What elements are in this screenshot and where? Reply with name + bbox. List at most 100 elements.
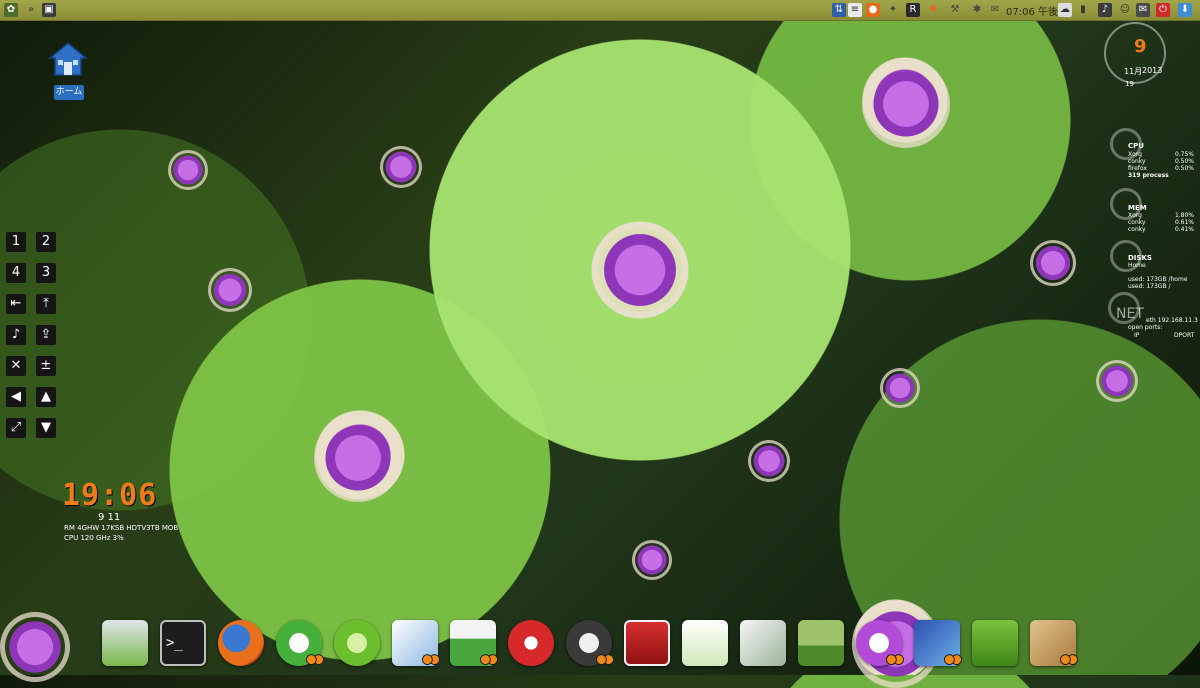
network-icon[interactable]: ⇅ (832, 3, 846, 17)
disk-root-usage: used: 173GB / (1128, 283, 1171, 290)
workspace-1-button[interactable]: 1 (6, 232, 26, 252)
cpu-process-count: 319 process (1128, 172, 1169, 179)
disk-home-usage: used: 173GB /home (1128, 276, 1188, 283)
flower-center-small (380, 146, 422, 188)
background-flower-decoration (520, 150, 760, 390)
cpu-process-value: 0.75% (1174, 151, 1194, 158)
clipboard-icon[interactable]: ≡ (848, 3, 862, 17)
weather-icon[interactable]: ☁ (1058, 3, 1072, 17)
media-icon[interactable] (508, 620, 554, 666)
clock-widget-cpu: CPU 120 GHz 3% (64, 534, 124, 542)
ip-column-label: IP (1134, 332, 1140, 339)
conky-day: 9 (1134, 36, 1147, 57)
terminal-icon[interactable]: >_ (160, 620, 206, 666)
conky-small-text: 19 (1125, 80, 1134, 88)
cpu-process-value: 0.50% (1174, 158, 1194, 165)
clock-widget-date: 9 11 (98, 512, 121, 523)
open-ports-label: open ports: (1128, 324, 1163, 331)
download-icon[interactable]: ⬇ (1178, 3, 1192, 17)
paint-icon[interactable] (914, 620, 962, 668)
butterfly-icon (886, 654, 904, 668)
dock: >_ (96, 612, 1106, 675)
home-folder-label[interactable]: ホーム (54, 85, 84, 100)
tools-icon[interactable]: ⚒ (948, 3, 962, 17)
flower-center-small (880, 368, 920, 408)
mem-process-value: 0.41% (1174, 226, 1194, 233)
bluetooth-icon[interactable]: ✱ (970, 3, 984, 17)
flower-center-small (1096, 360, 1138, 402)
mail-icon[interactable]: ✉ (1136, 3, 1150, 17)
arrow-down-icon[interactable]: ▼ (36, 418, 56, 438)
camera-icon[interactable] (566, 620, 614, 668)
music-icon[interactable]: ♪ (6, 325, 26, 345)
butterfly-icon (480, 654, 498, 668)
folder-icon[interactable] (972, 620, 1018, 666)
package-icon[interactable] (1030, 620, 1078, 668)
flower-center-small (208, 268, 252, 312)
butterfly-icon (1060, 654, 1078, 668)
flower-center-small (1030, 240, 1076, 286)
shopping-icon[interactable] (682, 620, 728, 666)
firefox-icon[interactable] (218, 620, 264, 666)
move-up-icon[interactable]: ⤒ (36, 294, 56, 314)
flower-center-small (0, 612, 70, 682)
cpu-process-value: 0.50% (1174, 165, 1194, 172)
conky-year: 2013 (1142, 66, 1163, 75)
landscape-icon[interactable] (798, 620, 844, 666)
butterfly-icon (596, 654, 614, 668)
window-icon[interactable]: ▣ (42, 3, 56, 17)
power-icon[interactable]: ⏻ (1156, 3, 1170, 17)
home-folder-icon[interactable] (47, 40, 89, 78)
browser-icon[interactable] (276, 620, 324, 668)
notification-icon[interactable]: ✉ (988, 3, 1002, 17)
arrow-up-icon[interactable]: ▲ (36, 387, 56, 407)
r-icon[interactable]: R (906, 3, 920, 17)
mem-process-name: conky (1128, 219, 1146, 226)
editor-icon[interactable] (624, 620, 670, 666)
mem-process-value: 0.61% (1174, 219, 1194, 226)
disks-title: DISKS (1128, 254, 1152, 262)
flower-center-small (632, 540, 672, 580)
mem-process-name: Xorg (1128, 212, 1142, 219)
sun-icon[interactable]: ✺ (926, 3, 940, 17)
cpu-process-name: Xorg (1128, 151, 1142, 158)
resize-icon[interactable]: ⤢ (6, 418, 26, 438)
workspace-3-button[interactable]: 3 (36, 263, 56, 283)
clock-widget-info: RM 4GHW 17KSB HDTV3TB MOB (64, 524, 179, 532)
align-left-icon[interactable]: ⇤ (6, 294, 26, 314)
cpu-process-name: firefox (1128, 165, 1147, 172)
settings-icon[interactable] (334, 620, 380, 666)
flower-center-top (862, 60, 950, 148)
top-clock[interactable]: 07:06 午後 (1006, 3, 1058, 18)
double-chevron-icon[interactable]: » (24, 3, 38, 17)
top-panel: ✿ » ▣ ⇅ ≡ ● ✦ R ✺ ⚒ ✱ ✉ 07:06 午後 ☁ ▮ ♪ ☺… (0, 0, 1200, 21)
screenshot-icon[interactable] (740, 620, 786, 666)
export-icon[interactable]: ⇪ (36, 325, 56, 345)
update-icon[interactable]: ● (866, 3, 880, 17)
dport-column-label: DPORT (1174, 332, 1195, 339)
volume-icon[interactable]: ♪ (1098, 3, 1112, 17)
photo-icon[interactable] (392, 620, 440, 668)
workspace-4-button[interactable]: 4 (6, 263, 26, 283)
desktop-app-icon[interactable] (102, 620, 148, 666)
flower-center-large (592, 222, 688, 318)
volume-adjust-icon[interactable]: ± (36, 356, 56, 376)
flower-center-left (314, 414, 402, 502)
app-menu-icon[interactable]: ✿ (4, 3, 18, 17)
net-title: NET (1116, 306, 1144, 322)
arrow-left-icon[interactable]: ◀ (6, 387, 26, 407)
battery-icon[interactable]: ▮ (1076, 3, 1090, 17)
conky-month: 11月 (1124, 67, 1143, 76)
user-icon[interactable]: ☺ (1118, 3, 1132, 17)
puzzle-icon[interactable]: ✦ (886, 3, 900, 17)
mem-process-value: 1.80% (1174, 212, 1194, 219)
workspace-2-button[interactable]: 2 (36, 232, 56, 252)
mem-process-name: conky (1128, 226, 1146, 233)
mem-title: MEM (1128, 204, 1147, 212)
disk-home-label: Home (1128, 262, 1146, 269)
audio-icon[interactable] (856, 620, 904, 668)
flower-center-small (168, 150, 208, 190)
butterfly-icon (422, 654, 440, 668)
mute-icon[interactable]: ✕ (6, 356, 26, 376)
scanner-icon[interactable] (450, 620, 498, 668)
